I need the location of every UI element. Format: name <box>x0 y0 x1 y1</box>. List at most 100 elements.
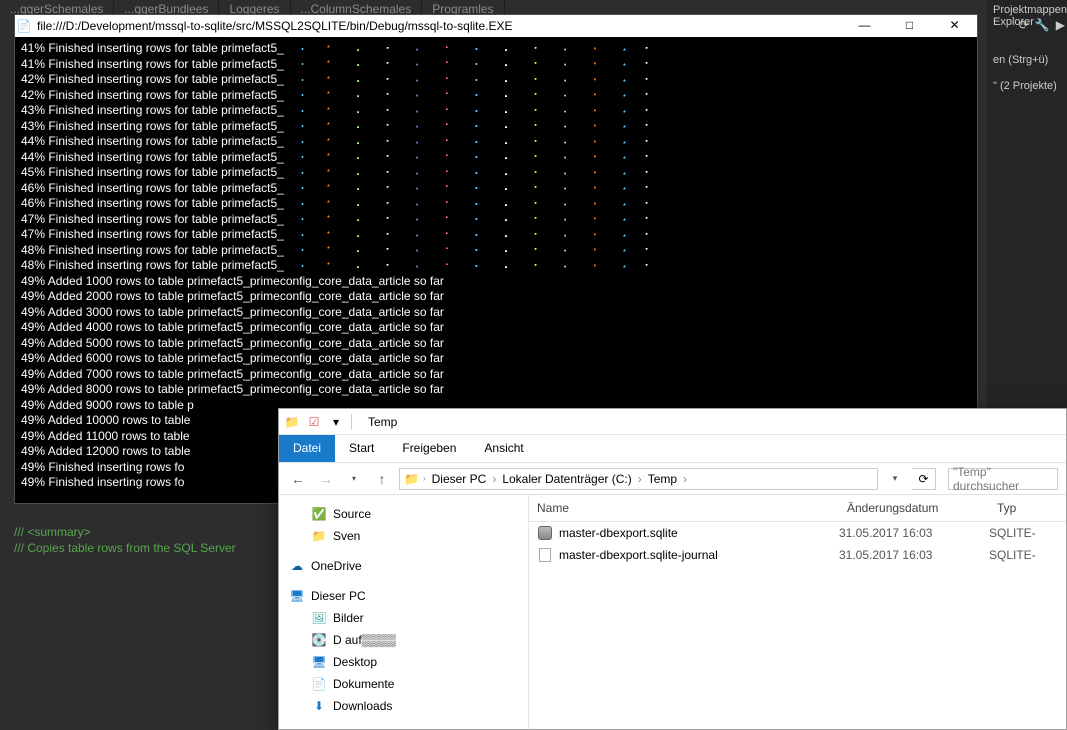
toolbar-icon[interactable]: ⟳ <box>1019 18 1029 32</box>
console-line: 49% Added 6000 rows to table primefact5_… <box>21 351 971 367</box>
navigation-toolbar: ← → ▾ ↑ 📁 › Dieser PC›Lokaler Datenträge… <box>279 463 1066 495</box>
file-name: master-dbexport.sqlite <box>559 526 678 540</box>
console-line: 49% Added 3000 rows to table primefact5_… <box>21 305 971 321</box>
properties-icon[interactable]: ☑ <box>305 413 323 431</box>
tree-label: Source <box>333 507 371 521</box>
tree-icon: 📁 <box>311 528 327 544</box>
tree-label: Bilder <box>333 611 364 625</box>
console-line: 43% Finished inserting rows for table pr… <box>21 103 971 119</box>
console-title-path: file:///D:/Development/mssql-to-sqlite/s… <box>33 19 842 33</box>
chevron-right-icon: › <box>492 472 496 486</box>
file-list[interactable]: Name Änderungsdatum Typ master-dbexport.… <box>529 495 1066 729</box>
column-headers[interactable]: Name Änderungsdatum Typ <box>529 495 1066 522</box>
file-type: SQLITE- <box>989 548 1049 562</box>
console-line: 42% Finished inserting rows for table pr… <box>21 72 971 88</box>
tab-start[interactable]: Start <box>335 435 388 462</box>
col-type[interactable]: Typ <box>989 495 1049 521</box>
tree-label: Desktop <box>333 655 377 669</box>
quick-access-toolbar: 📁 ☑ ▾ Temp <box>279 409 1066 435</box>
redacted-noise <box>284 213 654 225</box>
tree-icon: 💽 <box>311 632 327 648</box>
redacted-noise <box>284 260 654 272</box>
tree-icon: ✅ <box>311 506 327 522</box>
forward-button[interactable]: → <box>315 468 337 490</box>
console-line: 42% Finished inserting rows for table pr… <box>21 88 971 104</box>
col-name[interactable]: Name <box>529 495 839 521</box>
refresh-button[interactable]: ⟳ <box>912 468 936 490</box>
redacted-noise <box>284 229 654 241</box>
tree-icon: 🖥 <box>289 588 305 604</box>
file-row[interactable]: master-dbexport.sqlite31.05.2017 16:03SQ… <box>529 522 1066 544</box>
console-line: 49% Added 4000 rows to table primefact5_… <box>21 320 971 336</box>
tree-item <box>285 547 522 555</box>
tree-icon: 🖼 <box>311 610 327 626</box>
tree-item[interactable]: ⬇ Downloads <box>285 695 522 717</box>
console-line: 46% Finished inserting rows for table pr… <box>21 196 971 212</box>
close-button[interactable]: ✕ <box>932 15 977 37</box>
file-row[interactable]: master-dbexport.sqlite-journal31.05.2017… <box>529 544 1066 566</box>
redacted-noise <box>284 182 654 194</box>
breadcrumb-item[interactable]: Lokaler Datenträger (C:) <box>500 472 633 486</box>
shortcut-hint: en (Strg+ü) <box>987 52 1067 68</box>
console-line: 45% Finished inserting rows for table pr… <box>21 165 971 181</box>
tab-file[interactable]: Datei <box>279 435 335 462</box>
folder-icon: 📁 <box>404 472 419 486</box>
code-line-2: /// Copies table rows from the SQL Serve… <box>14 540 236 556</box>
database-icon <box>537 525 553 541</box>
console-line: 46% Finished inserting rows for table pr… <box>21 181 971 197</box>
tree-item[interactable]: 📁 Sven <box>285 525 522 547</box>
redacted-noise <box>284 58 654 70</box>
console-line: 49% Added 8000 rows to table primefact5_… <box>21 382 971 398</box>
redacted-noise <box>284 89 654 101</box>
folder-icon[interactable]: 📁 <box>283 413 301 431</box>
tree-item[interactable]: ✅ Source <box>285 503 522 525</box>
chevron-right-icon: › <box>423 474 426 483</box>
minimize-button[interactable]: — <box>842 15 887 37</box>
tree-item[interactable]: ☁OneDrive <box>285 555 522 577</box>
tree-item[interactable]: 🖥 Dieser PC <box>285 585 522 607</box>
tree-label: Downloads <box>333 699 392 713</box>
editor-code-snippet: /// <summary> /// Copies table rows from… <box>14 524 236 556</box>
up-button[interactable]: ↑ <box>371 468 393 490</box>
maximize-button[interactable]: □ <box>887 15 932 37</box>
address-bar[interactable]: 📁 › Dieser PC›Lokaler Datenträger (C:)›T… <box>399 468 878 490</box>
file-explorer-window[interactable]: 📁 ☑ ▾ Temp Datei Start Freigeben Ansicht… <box>278 408 1067 730</box>
console-line: 47% Finished inserting rows for table pr… <box>21 227 971 243</box>
breadcrumb-item[interactable]: Dieser PC <box>430 472 489 486</box>
tree-item[interactable]: 💽D auf▒▒▒▒ <box>285 629 522 651</box>
search-input[interactable]: "Temp" durchsucher <box>948 468 1058 490</box>
console-line: 41% Finished inserting rows for table pr… <box>21 41 971 57</box>
tree-item[interactable]: 🖥 Desktop <box>285 651 522 673</box>
redacted-noise <box>284 198 654 210</box>
tab-view[interactable]: Ansicht <box>470 435 537 462</box>
address-dropdown-icon[interactable]: ▾ <box>884 468 906 490</box>
toolbar-icon[interactable]: ▶ <box>1056 18 1065 32</box>
tree-label: Dokumente <box>333 677 394 691</box>
project-count: " (2 Projekte) <box>987 78 1067 94</box>
tree-icon: ⬇ <box>311 698 327 714</box>
redacted-noise <box>284 244 654 256</box>
vs-toolbar-icons: ⟳ 🔧 ▶ <box>1019 18 1065 32</box>
tree-label: Dieser PC <box>311 589 366 603</box>
tree-label: Sven <box>333 529 360 543</box>
tree-item[interactable]: 🖼 Bilder <box>285 607 522 629</box>
toolbar-icon[interactable]: 🔧 <box>1035 18 1050 32</box>
navigation-tree[interactable]: ✅Source📁Sven☁OneDrive🖥Dieser PC🖼Bilder💽D… <box>279 495 529 729</box>
file-date: 31.05.2017 16:03 <box>839 548 989 562</box>
qat-dropdown-icon[interactable]: ▾ <box>327 413 345 431</box>
tree-item[interactable]: 📄Dokumente <box>285 673 522 695</box>
window-title: Temp <box>368 415 397 429</box>
recent-dropdown[interactable]: ▾ <box>343 468 365 490</box>
explorer-body: ✅Source📁Sven☁OneDrive🖥Dieser PC🖼Bilder💽D… <box>279 495 1066 729</box>
console-line: 48% Finished inserting rows for table pr… <box>21 243 971 259</box>
back-button[interactable]: ← <box>287 468 309 490</box>
breadcrumb-item[interactable]: Temp <box>646 472 679 486</box>
tab-share[interactable]: Freigeben <box>388 435 470 462</box>
redacted-noise <box>284 74 654 86</box>
code-line-1: /// <summary> <box>14 524 236 540</box>
col-date[interactable]: Änderungsdatum <box>839 495 989 521</box>
console-titlebar[interactable]: 📄 file:///D:/Development/mssql-to-sqlite… <box>15 15 977 37</box>
console-line: 49% Added 7000 rows to table primefact5_… <box>21 367 971 383</box>
console-line: 43% Finished inserting rows for table pr… <box>21 119 971 135</box>
tree-icon: 🖥 <box>311 654 327 670</box>
